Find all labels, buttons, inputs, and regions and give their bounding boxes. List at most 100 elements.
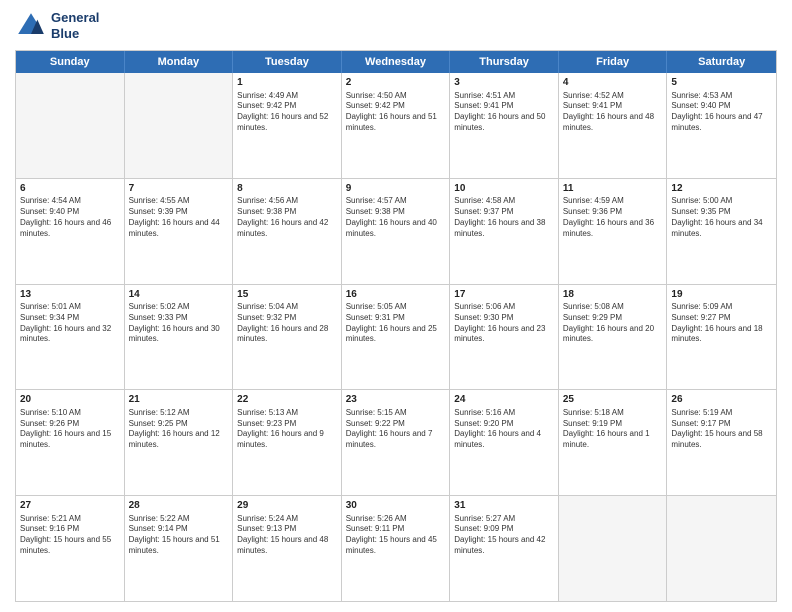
calendar-header: SundayMondayTuesdayWednesdayThursdayFrid… [16,51,776,73]
day-cell-30: 30Sunrise: 5:26 AMSunset: 9:11 PMDayligh… [342,496,451,601]
day-info: Sunrise: 5:22 AMSunset: 9:14 PMDaylight:… [129,514,229,557]
day-cell-13: 13Sunrise: 5:01 AMSunset: 9:34 PMDayligh… [16,285,125,390]
day-info: Sunrise: 5:13 AMSunset: 9:23 PMDaylight:… [237,408,337,451]
day-number: 3 [454,76,554,90]
calendar-week-4: 20Sunrise: 5:10 AMSunset: 9:26 PMDayligh… [16,389,776,495]
day-number: 17 [454,288,554,302]
day-cell-21: 21Sunrise: 5:12 AMSunset: 9:25 PMDayligh… [125,390,234,495]
header-day-sunday: Sunday [16,51,125,73]
day-cell-12: 12Sunrise: 5:00 AMSunset: 9:35 PMDayligh… [667,179,776,284]
day-cell-14: 14Sunrise: 5:02 AMSunset: 9:33 PMDayligh… [125,285,234,390]
calendar: SundayMondayTuesdayWednesdayThursdayFrid… [15,50,777,602]
day-number: 29 [237,499,337,513]
empty-cell [16,73,125,178]
day-number: 18 [563,288,663,302]
day-number: 9 [346,182,446,196]
day-cell-15: 15Sunrise: 5:04 AMSunset: 9:32 PMDayligh… [233,285,342,390]
day-cell-26: 26Sunrise: 5:19 AMSunset: 9:17 PMDayligh… [667,390,776,495]
logo-icon [15,10,47,42]
day-cell-19: 19Sunrise: 5:09 AMSunset: 9:27 PMDayligh… [667,285,776,390]
day-number: 27 [20,499,120,513]
day-number: 23 [346,393,446,407]
day-number: 22 [237,393,337,407]
day-cell-9: 9Sunrise: 4:57 AMSunset: 9:38 PMDaylight… [342,179,451,284]
day-number: 20 [20,393,120,407]
header-day-wednesday: Wednesday [342,51,451,73]
day-info: Sunrise: 4:57 AMSunset: 9:38 PMDaylight:… [346,196,446,239]
day-cell-10: 10Sunrise: 4:58 AMSunset: 9:37 PMDayligh… [450,179,559,284]
header-day-friday: Friday [559,51,668,73]
day-info: Sunrise: 5:27 AMSunset: 9:09 PMDaylight:… [454,514,554,557]
day-cell-1: 1Sunrise: 4:49 AMSunset: 9:42 PMDaylight… [233,73,342,178]
day-cell-5: 5Sunrise: 4:53 AMSunset: 9:40 PMDaylight… [667,73,776,178]
day-number: 30 [346,499,446,513]
day-info: Sunrise: 5:16 AMSunset: 9:20 PMDaylight:… [454,408,554,451]
day-cell-16: 16Sunrise: 5:05 AMSunset: 9:31 PMDayligh… [342,285,451,390]
day-info: Sunrise: 5:00 AMSunset: 9:35 PMDaylight:… [671,196,772,239]
day-info: Sunrise: 5:04 AMSunset: 9:32 PMDaylight:… [237,302,337,345]
day-info: Sunrise: 5:12 AMSunset: 9:25 PMDaylight:… [129,408,229,451]
day-number: 24 [454,393,554,407]
day-info: Sunrise: 5:24 AMSunset: 9:13 PMDaylight:… [237,514,337,557]
day-number: 6 [20,182,120,196]
day-info: Sunrise: 5:18 AMSunset: 9:19 PMDaylight:… [563,408,663,451]
day-number: 5 [671,76,772,90]
day-cell-23: 23Sunrise: 5:15 AMSunset: 9:22 PMDayligh… [342,390,451,495]
day-info: Sunrise: 4:53 AMSunset: 9:40 PMDaylight:… [671,91,772,134]
day-number: 14 [129,288,229,302]
day-cell-25: 25Sunrise: 5:18 AMSunset: 9:19 PMDayligh… [559,390,668,495]
logo-text: General Blue [51,10,99,41]
day-info: Sunrise: 5:19 AMSunset: 9:17 PMDaylight:… [671,408,772,451]
day-info: Sunrise: 5:10 AMSunset: 9:26 PMDaylight:… [20,408,120,451]
day-number: 13 [20,288,120,302]
day-info: Sunrise: 5:08 AMSunset: 9:29 PMDaylight:… [563,302,663,345]
day-number: 2 [346,76,446,90]
day-number: 28 [129,499,229,513]
empty-cell [125,73,234,178]
day-cell-29: 29Sunrise: 5:24 AMSunset: 9:13 PMDayligh… [233,496,342,601]
day-info: Sunrise: 4:58 AMSunset: 9:37 PMDaylight:… [454,196,554,239]
day-info: Sunrise: 4:54 AMSunset: 9:40 PMDaylight:… [20,196,120,239]
day-number: 26 [671,393,772,407]
day-info: Sunrise: 5:02 AMSunset: 9:33 PMDaylight:… [129,302,229,345]
calendar-week-2: 6Sunrise: 4:54 AMSunset: 9:40 PMDaylight… [16,178,776,284]
day-cell-17: 17Sunrise: 5:06 AMSunset: 9:30 PMDayligh… [450,285,559,390]
day-number: 8 [237,182,337,196]
day-info: Sunrise: 4:56 AMSunset: 9:38 PMDaylight:… [237,196,337,239]
empty-cell [667,496,776,601]
day-info: Sunrise: 5:06 AMSunset: 9:30 PMDaylight:… [454,302,554,345]
day-number: 7 [129,182,229,196]
calendar-body: 1Sunrise: 4:49 AMSunset: 9:42 PMDaylight… [16,73,776,601]
day-info: Sunrise: 5:09 AMSunset: 9:27 PMDaylight:… [671,302,772,345]
day-info: Sunrise: 5:01 AMSunset: 9:34 PMDaylight:… [20,302,120,345]
day-info: Sunrise: 5:15 AMSunset: 9:22 PMDaylight:… [346,408,446,451]
day-info: Sunrise: 4:59 AMSunset: 9:36 PMDaylight:… [563,196,663,239]
day-cell-18: 18Sunrise: 5:08 AMSunset: 9:29 PMDayligh… [559,285,668,390]
day-number: 1 [237,76,337,90]
day-number: 10 [454,182,554,196]
day-info: Sunrise: 5:05 AMSunset: 9:31 PMDaylight:… [346,302,446,345]
day-info: Sunrise: 4:49 AMSunset: 9:42 PMDaylight:… [237,91,337,134]
day-info: Sunrise: 4:52 AMSunset: 9:41 PMDaylight:… [563,91,663,134]
day-cell-3: 3Sunrise: 4:51 AMSunset: 9:41 PMDaylight… [450,73,559,178]
day-cell-4: 4Sunrise: 4:52 AMSunset: 9:41 PMDaylight… [559,73,668,178]
day-info: Sunrise: 4:55 AMSunset: 9:39 PMDaylight:… [129,196,229,239]
header-day-thursday: Thursday [450,51,559,73]
page: General Blue SundayMondayTuesdayWednesda… [0,0,792,612]
calendar-week-5: 27Sunrise: 5:21 AMSunset: 9:16 PMDayligh… [16,495,776,601]
day-cell-2: 2Sunrise: 4:50 AMSunset: 9:42 PMDaylight… [342,73,451,178]
day-info: Sunrise: 4:51 AMSunset: 9:41 PMDaylight:… [454,91,554,134]
day-number: 21 [129,393,229,407]
day-cell-31: 31Sunrise: 5:27 AMSunset: 9:09 PMDayligh… [450,496,559,601]
calendar-week-1: 1Sunrise: 4:49 AMSunset: 9:42 PMDaylight… [16,73,776,178]
day-number: 15 [237,288,337,302]
empty-cell [559,496,668,601]
day-cell-28: 28Sunrise: 5:22 AMSunset: 9:14 PMDayligh… [125,496,234,601]
day-number: 12 [671,182,772,196]
calendar-week-3: 13Sunrise: 5:01 AMSunset: 9:34 PMDayligh… [16,284,776,390]
day-number: 25 [563,393,663,407]
header-day-tuesday: Tuesday [233,51,342,73]
day-info: Sunrise: 5:21 AMSunset: 9:16 PMDaylight:… [20,514,120,557]
day-cell-6: 6Sunrise: 4:54 AMSunset: 9:40 PMDaylight… [16,179,125,284]
day-number: 16 [346,288,446,302]
